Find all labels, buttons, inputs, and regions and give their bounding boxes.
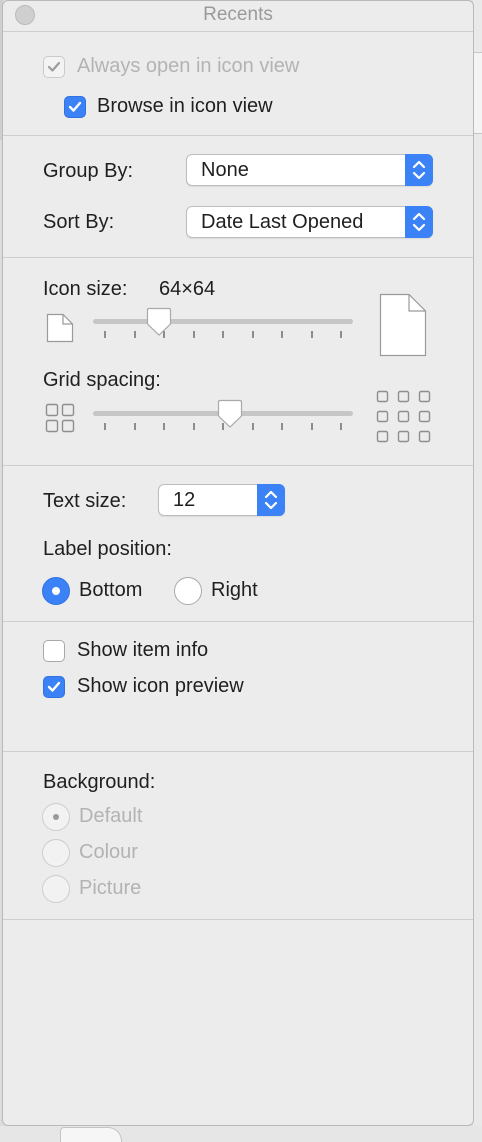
divider (3, 135, 473, 136)
label-position-bottom-radio[interactable] (42, 577, 70, 605)
show-icon-preview-checkbox[interactable] (43, 676, 65, 698)
icon-size-label: Icon size: (43, 278, 128, 300)
slider-tick (310, 423, 313, 430)
sort-by-label: Sort By: (43, 211, 115, 233)
background-colour-label: Colour (79, 841, 138, 863)
text-size-value: 12 (173, 489, 196, 511)
title-bar: Recents (3, 1, 473, 29)
slider-tick (251, 331, 254, 338)
grid-spacing-slider[interactable] (93, 399, 353, 439)
text-size-popup[interactable]: 12 (158, 484, 285, 516)
slider-thumb[interactable] (146, 307, 172, 337)
view-options-panel: Recents Always open in icon view Browse … (2, 0, 474, 1126)
always-open-checkbox[interactable] (43, 56, 65, 78)
group-by-popup[interactable]: None (186, 154, 433, 186)
popup-arrows-icon (257, 484, 285, 516)
slider-thumb[interactable] (217, 399, 243, 429)
sort-by-popup[interactable]: Date Last Opened (186, 206, 433, 238)
label-position-right-radio[interactable] (174, 577, 202, 605)
slider-tick (310, 331, 313, 338)
show-item-info-checkbox[interactable] (43, 640, 65, 662)
background-label: Background: (43, 771, 156, 793)
browse-icon-view-label: Browse in icon view (97, 95, 273, 117)
divider (3, 257, 473, 258)
divider (3, 465, 473, 466)
group-by-label: Group By: (43, 160, 134, 182)
label-position-label: Label position: (43, 538, 172, 560)
group-by-value: None (201, 159, 249, 181)
always-open-label: Always open in icon view (77, 55, 300, 77)
background-default-label: Default (79, 805, 143, 827)
show-icon-preview-label: Show icon preview (77, 675, 244, 697)
browse-icon-view-checkbox[interactable] (64, 96, 86, 118)
large-document-icon (379, 293, 427, 357)
slider-tick (222, 331, 224, 338)
background-picture-label: Picture (79, 877, 142, 899)
slider-tick (281, 423, 283, 430)
background-window-fragment (473, 52, 482, 134)
background-document-icon (60, 1127, 122, 1142)
slider-tick (340, 331, 342, 338)
slider-tick (192, 423, 195, 430)
checkmark-icon (47, 681, 61, 692)
icon-size-value: 64×64 (159, 278, 216, 300)
wide-grid-icon (376, 390, 431, 443)
popup-arrows-icon (405, 206, 433, 238)
slider-tick (104, 423, 106, 430)
background-default-radio[interactable] (42, 803, 70, 831)
background-picture-radio[interactable] (42, 875, 70, 903)
show-item-info-label: Show item info (77, 639, 209, 661)
checkmark-icon (68, 101, 82, 112)
slider-tick (104, 331, 106, 338)
slider-tick (251, 423, 254, 430)
popup-arrows-icon (405, 154, 433, 186)
slider-tick (281, 331, 283, 338)
divider (3, 919, 473, 920)
divider (3, 31, 473, 32)
slider-track (93, 319, 353, 324)
divider (3, 621, 473, 622)
label-position-right-label: Right (211, 579, 258, 601)
slider-tick (163, 423, 165, 430)
sort-by-value: Date Last Opened (201, 211, 364, 233)
tight-grid-icon (45, 403, 75, 433)
background-window (473, 0, 482, 1142)
text-size-label: Text size: (43, 490, 127, 512)
divider (3, 751, 473, 752)
slider-tick (133, 331, 136, 338)
slider-tick (133, 423, 136, 430)
background-colour-radio[interactable] (42, 839, 70, 867)
slider-tick (340, 423, 342, 430)
slider-tick (192, 331, 195, 338)
label-position-bottom-label: Bottom (79, 579, 143, 601)
icon-size-slider[interactable] (93, 307, 353, 347)
grid-spacing-label: Grid spacing: (43, 369, 161, 391)
checkmark-icon (47, 61, 61, 72)
window-title: Recents (203, 4, 273, 25)
small-document-icon (46, 313, 74, 343)
